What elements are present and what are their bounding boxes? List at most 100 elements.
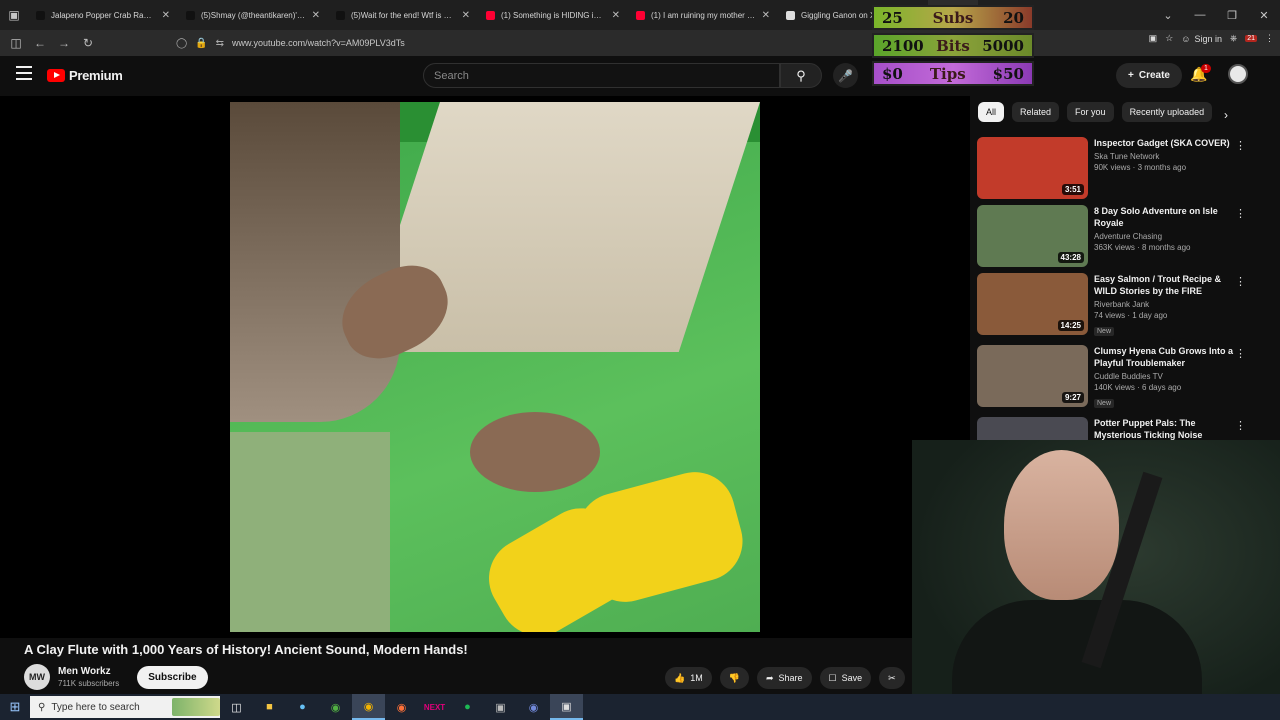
youtube-icon: [486, 10, 495, 20]
dislike-button[interactable]: 👎: [719, 667, 749, 689]
reload-button[interactable]: ↻: [76, 31, 100, 55]
save-button[interactable]: ☐ Save: [819, 667, 872, 689]
video-thumbnail[interactable]: 14:25: [977, 273, 1088, 335]
x-icon: [786, 10, 795, 20]
recommendation-item[interactable]: 14:25 Easy Salmon / Trout Recipe & WILD S…: [977, 273, 1247, 336]
close-tab-icon[interactable]: ✕: [462, 10, 470, 21]
close-tab-icon[interactable]: ✕: [162, 10, 170, 21]
taskbar-search[interactable]: ⚲ Type here to search: [30, 696, 220, 718]
clip-button[interactable]: ✂: [879, 667, 905, 689]
subscribe-button[interactable]: Subscribe: [137, 665, 208, 689]
create-button[interactable]: + Create: [1116, 63, 1182, 88]
browser-tab[interactable]: (1) I am ruining my mother - Yo ✕: [628, 0, 778, 30]
recommendation-channel[interactable]: Ska Tune Network: [1094, 152, 1234, 161]
recommendation-item[interactable]: 3:51 Inspector Gadget (SKA COVER) Ska Tune…: [977, 137, 1247, 199]
recommendation-channel[interactable]: Cuddle Buddies TV: [1094, 372, 1234, 381]
extensions-icon[interactable]: ⎈: [1230, 33, 1237, 44]
shield-icon[interactable]: ◯: [176, 38, 187, 49]
video-thumbnail[interactable]: 43:28: [977, 205, 1088, 267]
channel-name[interactable]: Men Workz: [58, 666, 119, 677]
more-options-icon[interactable]: ⋮: [1235, 347, 1246, 360]
spotify-icon[interactable]: ●: [451, 694, 484, 720]
forward-button[interactable]: →: [52, 31, 76, 55]
recommendation-title[interactable]: Easy Salmon / Trout Recipe & WILD Storie…: [1094, 273, 1234, 297]
firefox-icon[interactable]: ◉: [385, 694, 418, 720]
tab-list-chevron-icon[interactable]: ⌄: [1152, 9, 1184, 22]
sign-in-button[interactable]: ☺ Sign in: [1181, 34, 1222, 44]
browser-tab[interactable]: Jalapeno Popper Crab Rangoon ✕: [28, 0, 178, 30]
filter-chip[interactable]: Related: [1012, 102, 1060, 122]
video-thumbnail[interactable]: 3:51: [977, 137, 1088, 199]
xbox-icon[interactable]: ◉: [319, 694, 352, 720]
video-frame[interactable]: [230, 102, 760, 632]
bookmark-star-icon[interactable]: ☆: [1165, 33, 1173, 44]
reader-view-icon[interactable]: ▣: [1149, 33, 1158, 44]
extension-badge[interactable]: 21: [1245, 35, 1257, 42]
recommendation-item[interactable]: 43:28 8 Day Solo Adventure on Isle Royale…: [977, 205, 1247, 267]
channel-avatar[interactable]: MW: [24, 664, 50, 690]
guide-menu-icon[interactable]: [16, 66, 32, 80]
minimize-button[interactable]: —: [1184, 9, 1216, 21]
permissions-icon[interactable]: ⇆: [216, 38, 224, 49]
filter-chip[interactable]: All: [978, 102, 1005, 122]
recommendation-channel[interactable]: Riverbank Jank: [1094, 300, 1234, 309]
more-options-icon[interactable]: ⋮: [1235, 139, 1246, 152]
close-tab-icon[interactable]: ✕: [762, 10, 770, 21]
close-window-button[interactable]: ✕: [1248, 9, 1280, 22]
youtube-premium-logo[interactable]: Premium: [47, 68, 123, 83]
more-options-icon[interactable]: ⋮: [1235, 275, 1246, 288]
search-highlight-art: [172, 698, 220, 716]
file-explorer-icon[interactable]: ■: [253, 694, 286, 720]
youtube-play-icon: [47, 69, 65, 82]
video-actions: 👍 1M 👎 ➦ Share ☐ Save ✂: [665, 667, 905, 689]
voice-search-button[interactable]: 🎤: [833, 63, 858, 88]
restore-button[interactable]: ❐: [1216, 9, 1248, 22]
recommendation-title[interactable]: 8 Day Solo Adventure on Isle Royale: [1094, 205, 1234, 229]
recommendation-title[interactable]: Inspector Gadget (SKA COVER): [1094, 137, 1234, 149]
more-options-icon[interactable]: ⋮: [1235, 419, 1246, 432]
tab-title: (5)Wait for the end! Wtf is going: [351, 10, 456, 20]
new-badge: New: [1094, 327, 1115, 336]
close-tab-icon[interactable]: ✕: [312, 10, 320, 21]
recommendation-meta: Clumsy Hyena Cub Grows Into a Playful Tr…: [1094, 345, 1234, 410]
next-app-icon[interactable]: NEXT: [418, 694, 451, 720]
recommendation-stats: 363K views · 8 months ago: [1094, 243, 1191, 252]
chevron-right-icon[interactable]: ›: [1224, 108, 1228, 122]
chrome-icon[interactable]: ◉: [352, 694, 385, 720]
lock-icon[interactable]: 🔒: [195, 38, 207, 49]
filter-chip[interactable]: For you: [1067, 102, 1114, 122]
search-input[interactable]: Search: [423, 63, 780, 88]
tab-search-icon[interactable]: ▣: [0, 0, 28, 30]
browser-tab[interactable]: (1) Something is HIDING in thi ✕: [478, 0, 628, 30]
tiktok-icon: [186, 10, 195, 20]
close-tab-icon[interactable]: ✕: [612, 10, 620, 21]
thumbs-down-icon: 👎: [728, 672, 740, 683]
steam-icon[interactable]: ●: [286, 694, 319, 720]
browser-tab[interactable]: (5)Shmay (@theantikaren)'s vid ✕: [178, 0, 328, 30]
like-button[interactable]: 👍 1M: [665, 667, 712, 689]
recommendation-title[interactable]: Potter Puppet Pals: The Mysterious Ticki…: [1094, 417, 1234, 441]
terminal-icon[interactable]: ▣: [484, 694, 517, 720]
windows-start-button[interactable]: ⊞: [0, 694, 30, 720]
tips-goal: $0 Tips $50: [872, 61, 1034, 86]
browser-tab[interactable]: (5)Wait for the end! Wtf is going ✕: [328, 0, 478, 30]
notification-count-badge: 1: [1201, 64, 1211, 73]
video-thumbnail[interactable]: 9:27: [977, 345, 1088, 407]
app-window-icon[interactable]: ▣: [550, 694, 583, 720]
url-text[interactable]: www.youtube.com/watch?v=AM09PLV3dTs: [232, 38, 405, 48]
sidebar-toggle-icon[interactable]: ◫: [4, 31, 28, 55]
more-options-icon[interactable]: ⋮: [1235, 207, 1246, 220]
browser-menu-icon[interactable]: ⋮: [1265, 33, 1274, 44]
discord-icon[interactable]: ◉: [517, 694, 550, 720]
recommendation-item[interactable]: 9:27 Clumsy Hyena Cub Grows Into a Playfu…: [977, 345, 1247, 410]
share-button[interactable]: ➦ Share: [756, 667, 812, 689]
account-avatar[interactable]: [1228, 64, 1248, 84]
task-view-icon[interactable]: ◫: [220, 694, 253, 720]
recommendation-channel[interactable]: Adventure Chasing: [1094, 232, 1234, 241]
search-button[interactable]: ⚲: [780, 63, 822, 88]
windows-taskbar: ⊞ ⚲ Type here to search ◫ ■ ● ◉ ◉ ◉ NEXT…: [0, 694, 1280, 720]
back-button[interactable]: ←: [28, 31, 52, 55]
filter-chip[interactable]: Recently uploaded: [1121, 102, 1213, 122]
recommendation-title[interactable]: Clumsy Hyena Cub Grows Into a Playful Tr…: [1094, 345, 1234, 369]
video-player[interactable]: [0, 96, 970, 638]
